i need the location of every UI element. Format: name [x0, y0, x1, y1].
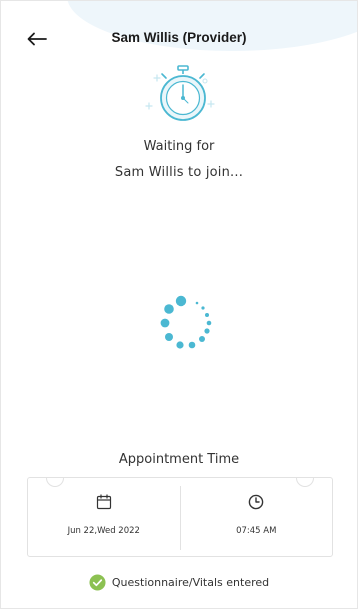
calendar-icon: [96, 494, 111, 510]
appointment-time: 07:45 AM: [181, 478, 333, 556]
waiting-provider-label: Sam Willis to join...: [114, 165, 244, 180]
stopwatch-icon: [145, 65, 215, 121]
arrow-left-icon: [27, 32, 47, 46]
page-title: Sam Willis (Provider): [111, 30, 247, 45]
back-button[interactable]: [23, 27, 51, 51]
loading-spinner: [160, 295, 212, 349]
appointment-time-value: 07:45 AM: [236, 526, 277, 536]
questionnaire-status: Questionnaire/Vitals entered: [1, 574, 357, 591]
questionnaire-status-label: Questionnaire/Vitals entered: [111, 576, 270, 589]
appointment-time-card: Jun 22,Wed 2022 07:45 AM: [27, 477, 333, 557]
clock-icon: [248, 494, 264, 510]
appointment-date: Jun 22,Wed 2022: [28, 478, 180, 556]
waiting-room-screen: Sam Willis (Provider) Waiting for Sam Wi…: [0, 0, 358, 609]
appointment-time-heading: Appointment Time: [118, 452, 240, 467]
check-circle-icon: [89, 574, 106, 591]
waiting-label: Waiting for: [143, 139, 215, 154]
appointment-date-value: Jun 22,Wed 2022: [67, 526, 140, 536]
